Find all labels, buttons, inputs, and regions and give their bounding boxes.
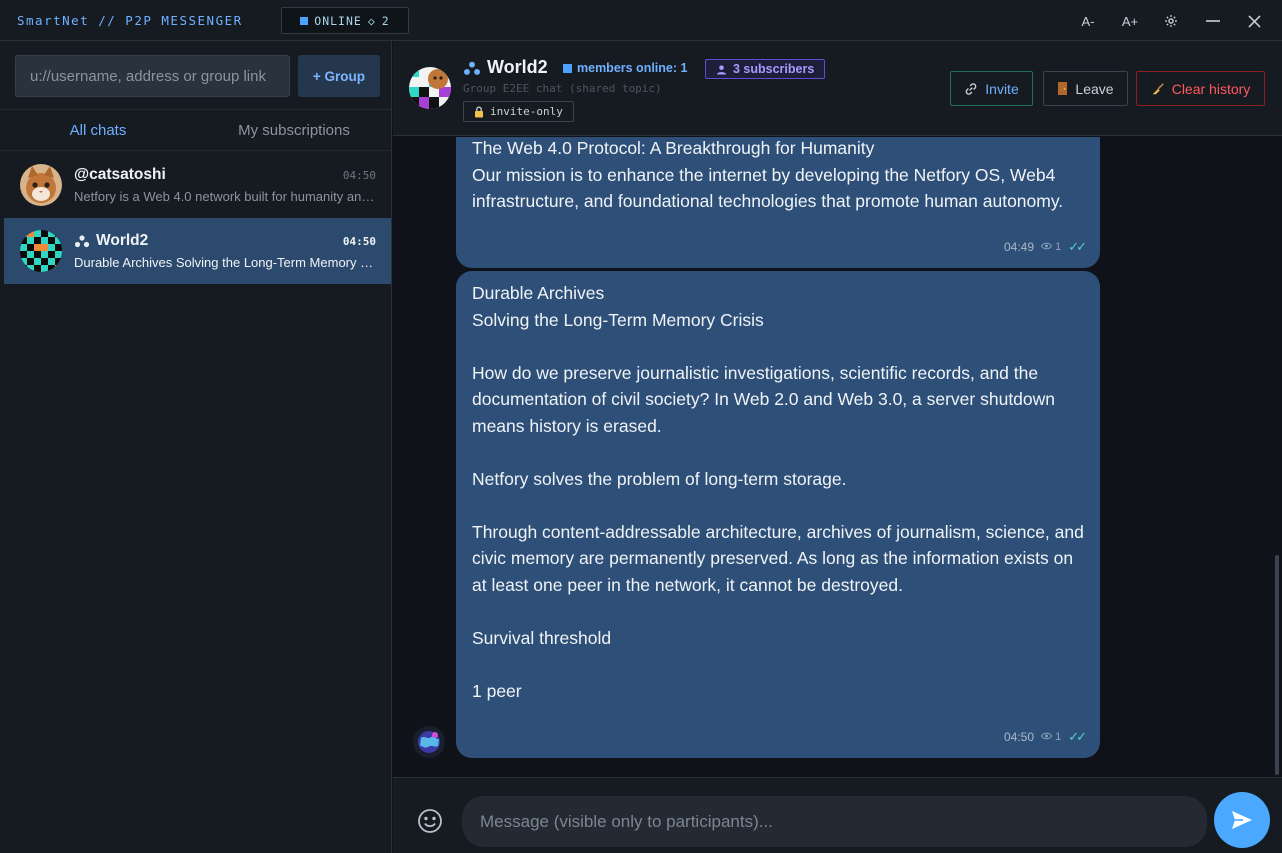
composer (393, 777, 1282, 853)
chat-subtitle: Group E2EE chat (shared topic) (463, 82, 662, 95)
message-text: The Web 4.0 Protocol: A Breakthrough for… (472, 138, 1064, 211)
views-count: 1 (1040, 724, 1061, 751)
message-meta: 04:49 1 ✓✓ (1003, 234, 1087, 261)
checker-avatar-icon (20, 230, 62, 272)
message-list[interactable]: The Web 4.0 Protocol: A Breakthrough for… (393, 137, 1282, 777)
members-online: members online: 1 (563, 61, 687, 75)
font-decrease-button[interactable]: A- (1074, 8, 1102, 34)
chat-header: World2 members online: 1 3 subscribers G… (393, 41, 1282, 136)
tab-my-subscriptions[interactable]: My subscriptions (196, 110, 392, 150)
message-bubble: Durable Archives Solving the Long-Term M… (456, 271, 1100, 758)
sidebar: + Group All chats My subscriptions @cats… (0, 41, 392, 853)
avatar (20, 230, 62, 272)
chat-time: 04:50 (342, 235, 376, 248)
settings-button[interactable] (1157, 8, 1185, 34)
group-avatar (409, 67, 451, 109)
eye-icon (1040, 242, 1053, 249)
user-icon (716, 64, 727, 75)
sender-avatar[interactable] (413, 726, 445, 758)
door-icon (1058, 82, 1068, 95)
chat-preview: Netfory is a Web 4.0 network built for h… (74, 189, 380, 204)
gear-icon (1165, 15, 1177, 27)
message-meta: 04:50 1 ✓✓ (1003, 724, 1087, 751)
group-icon (74, 235, 90, 248)
group-icon (464, 61, 480, 75)
chat-time: 04:50 (342, 169, 376, 182)
online-indicator-icon (563, 63, 572, 73)
views-count: 1 (1040, 234, 1061, 261)
add-group-button[interactable]: + Group (298, 55, 380, 97)
online-status-label: ONLINE (314, 13, 362, 28)
leave-button[interactable]: Leave (1043, 71, 1128, 106)
peer-icon: ◇ (367, 13, 376, 28)
group-avatar-image-icon (409, 67, 451, 109)
eye-icon (1040, 732, 1053, 739)
message-input[interactable] (462, 796, 1207, 847)
send-icon (1232, 811, 1252, 829)
font-increase-button[interactable]: A+ (1116, 8, 1144, 34)
read-ticks-icon: ✓✓ (1068, 238, 1087, 254)
scrollbar[interactable] (1275, 555, 1279, 775)
chat-name: @catsatoshi (74, 166, 166, 183)
invite-button[interactable]: Invite (950, 71, 1033, 106)
chat-name: World2 (74, 232, 148, 250)
close-icon (1247, 14, 1261, 28)
message-text: Durable Archives Solving the Long-Term M… (472, 283, 1084, 701)
invite-only-badge: invite-only (463, 101, 574, 122)
message-time: 04:50 (1003, 729, 1035, 744)
subscribers-badge[interactable]: 3 subscribers (705, 59, 826, 79)
app-title: SmartNet // P2P MESSENGER (17, 13, 243, 28)
chat-title: World2 (463, 57, 548, 78)
smiley-icon (418, 809, 442, 833)
title-bar: SmartNet // P2P MESSENGER ONLINE ◇ 2 A- … (0, 0, 1282, 41)
chat-list-item[interactable]: @catsatoshi 04:50 Netfory is a Web 4.0 n… (4, 152, 391, 218)
message-bubble: The Web 4.0 Protocol: A Breakthrough for… (456, 137, 1100, 268)
emoji-button[interactable] (417, 808, 443, 834)
send-button[interactable] (1214, 792, 1270, 848)
chat-preview: Durable Archives Solving the Long-Term M… (74, 255, 380, 270)
broom-icon (1152, 82, 1164, 94)
search-input[interactable] (15, 55, 290, 97)
minimize-icon (1206, 20, 1220, 22)
cat-avatar-icon (20, 164, 62, 206)
online-status-badge: ONLINE ◇ 2 (281, 7, 409, 34)
minimize-button[interactable] (1199, 8, 1227, 34)
chat-tabs: All chats My subscriptions (0, 109, 392, 151)
close-window-button[interactable] (1240, 8, 1268, 34)
clear-history-button[interactable]: Clear history (1136, 71, 1265, 106)
read-ticks-icon: ✓✓ (1068, 728, 1087, 744)
chat-list-item-active[interactable]: World2 04:50 Durable Archives Solving th… (4, 218, 391, 284)
avatar (20, 164, 62, 206)
globe-avatar-icon (413, 726, 445, 758)
tab-all-chats[interactable]: All chats (0, 110, 196, 150)
online-indicator-icon (300, 16, 309, 25)
message-time: 04:49 (1003, 239, 1035, 254)
lock-icon (475, 106, 483, 117)
peer-count: 2 (381, 13, 390, 28)
link-icon (965, 82, 977, 95)
